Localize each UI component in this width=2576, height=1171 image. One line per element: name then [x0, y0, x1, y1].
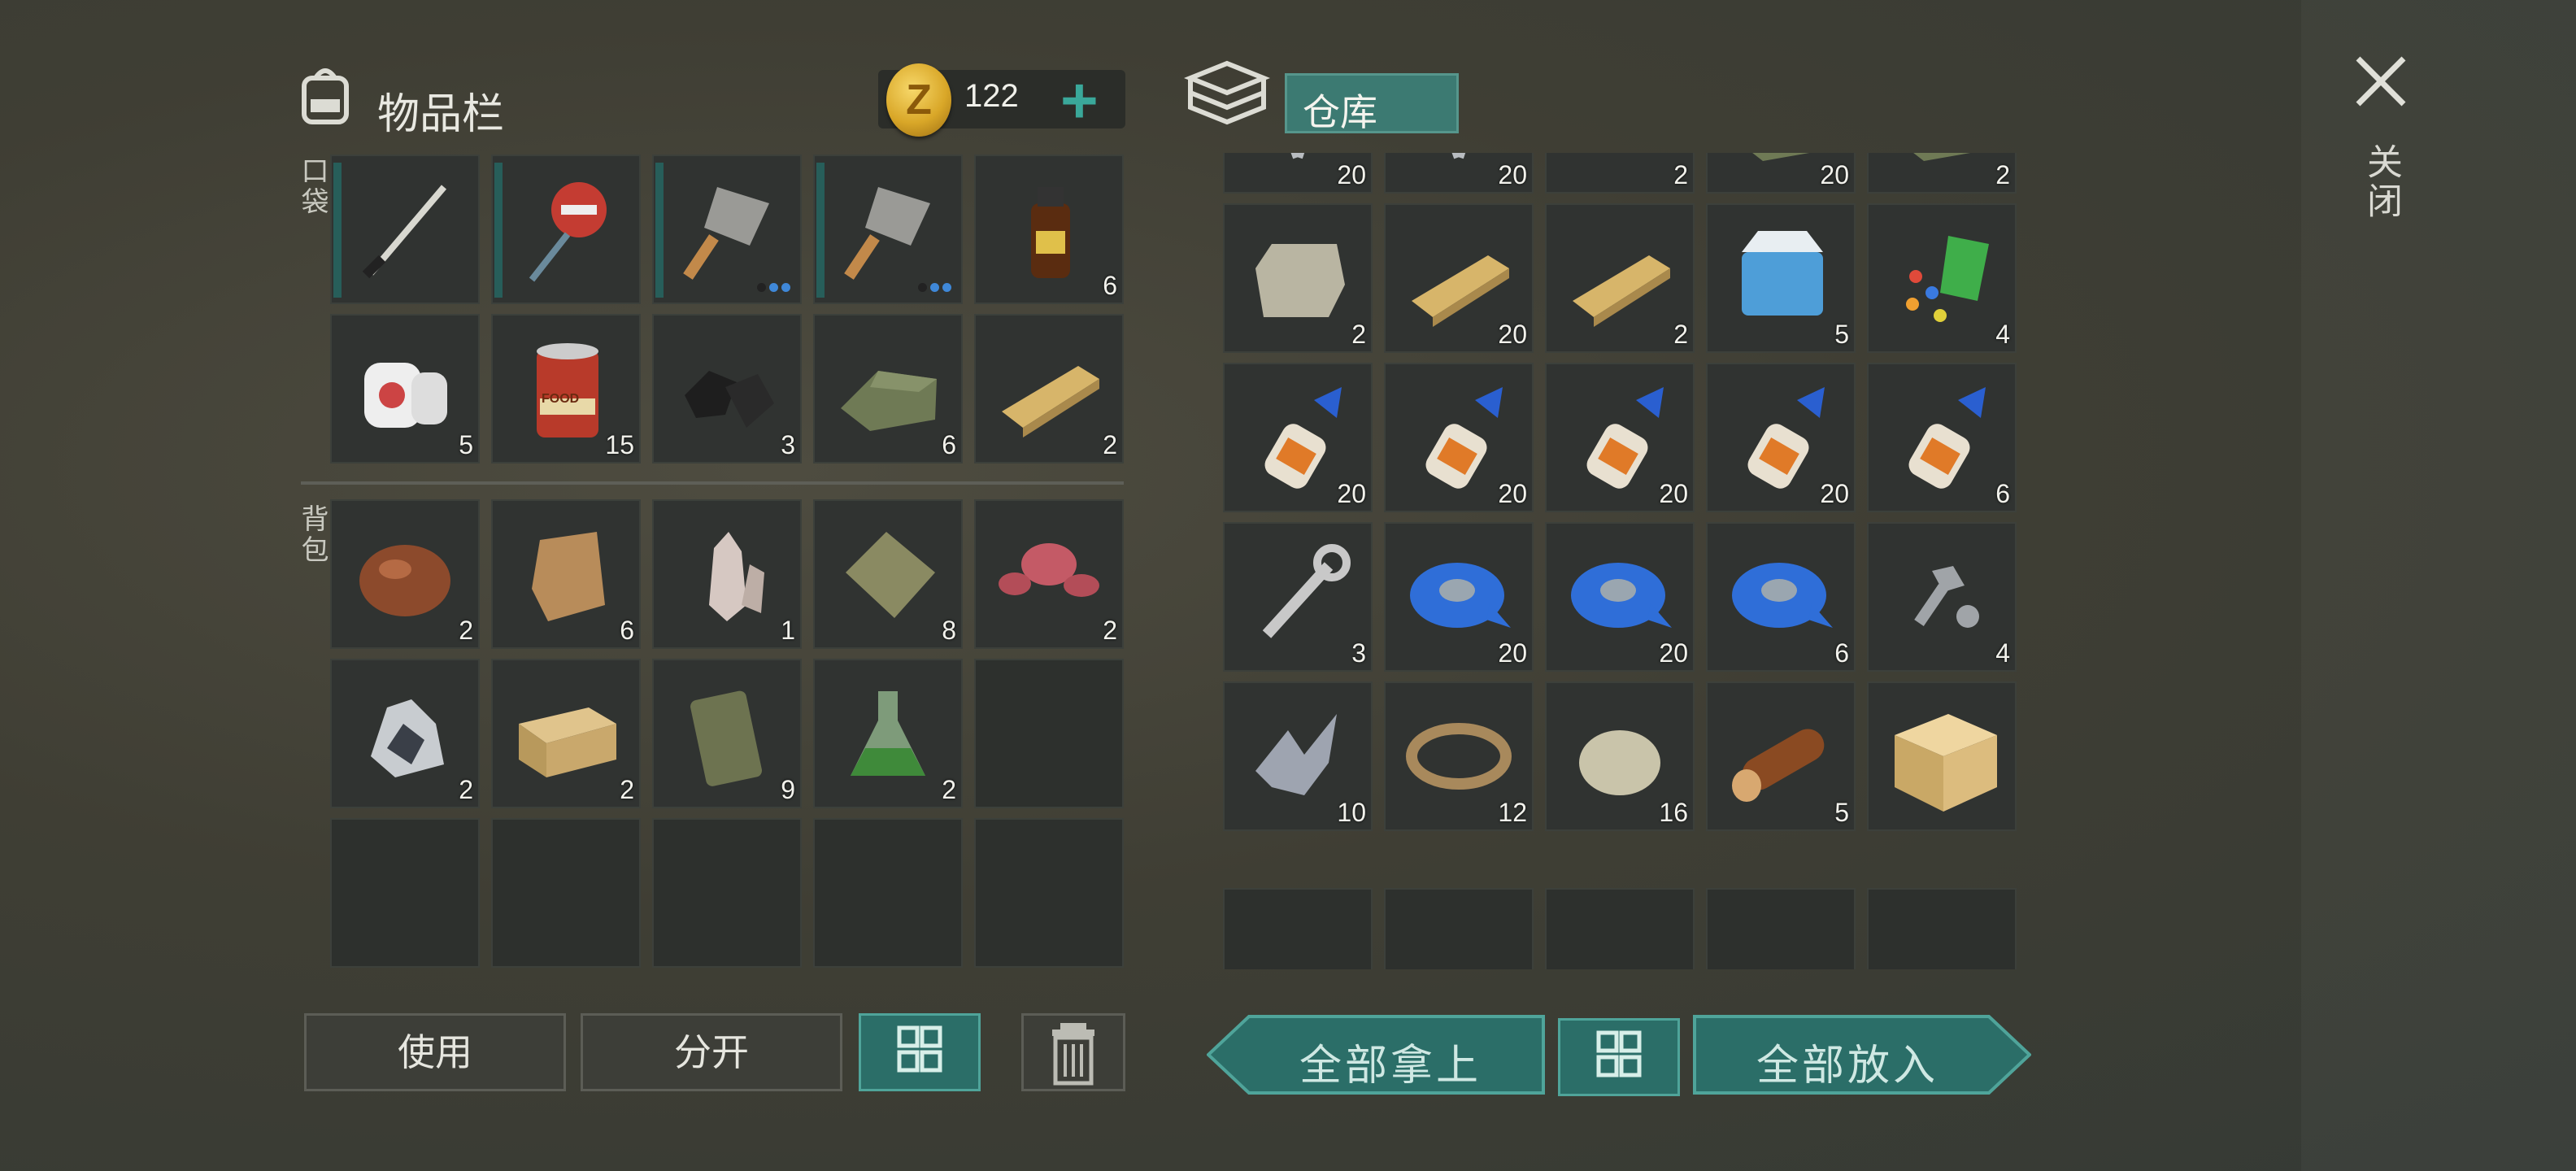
item-count: 3 [1351, 638, 1366, 668]
item-count: 20 [1820, 160, 1849, 189]
iron-bar-icon [1561, 153, 1678, 177]
inventory-title: 物品栏 [377, 91, 505, 138]
item-count: 2 [1673, 320, 1688, 349]
storage-slot[interactable]: 2 [1545, 153, 1695, 194]
glue-icon [1908, 387, 1986, 489]
use-button[interactable]: 使用 [304, 1013, 566, 1091]
add-coins-button[interactable]: + [1060, 68, 1099, 133]
storage-slot[interactable]: 10 [1223, 681, 1373, 831]
storage-slot[interactable]: 6 [1706, 522, 1856, 672]
storage-slot[interactable] [1867, 888, 2017, 969]
coin-icon: Z [886, 63, 951, 137]
storage-slot[interactable]: 20 [1545, 363, 1695, 512]
item-count: 2 [1673, 160, 1688, 189]
item-count: 2 [1995, 160, 2010, 189]
item-count: 20 [1337, 479, 1366, 508]
bolt-icon [1914, 566, 1979, 628]
item-count: 20 [1820, 479, 1849, 508]
trash-button[interactable] [1021, 1013, 1125, 1091]
stone-block-icon [1255, 244, 1345, 317]
sort-inventory-button[interactable] [859, 1013, 981, 1091]
cooler-icon [1742, 231, 1823, 316]
storage-slot[interactable]: 5 [1706, 203, 1856, 353]
storage-slot[interactable]: 2 [1545, 203, 1695, 353]
item-count: 16 [1659, 798, 1688, 827]
storage-slot[interactable]: 20 [1706, 153, 1856, 194]
backpack-icon [293, 62, 358, 127]
split-button[interactable]: 分开 [581, 1013, 842, 1091]
plank-icon [1573, 255, 1670, 327]
item-count: 20 [1659, 638, 1688, 668]
storage-slot[interactable]: 20 [1384, 153, 1534, 194]
storage-slot[interactable]: 20 [1384, 522, 1534, 672]
grid-icon [1596, 1030, 1642, 1077]
box-icon [1895, 714, 1997, 812]
cloth-icon [1913, 153, 1971, 161]
storage-slot[interactable]: 2 [1867, 153, 2017, 194]
storage-slot[interactable] [1706, 888, 1856, 969]
item-count: 6 [1834, 638, 1849, 668]
wrench-icon [1262, 544, 1351, 638]
tape-icon [1732, 563, 1833, 628]
storage-slot[interactable]: 20 [1223, 153, 1373, 194]
storage-slot[interactable]: 3 [1223, 522, 1373, 672]
storage-slot[interactable] [1384, 888, 1534, 969]
item-count: 20 [1498, 160, 1527, 189]
storage-slot[interactable]: 4 [1867, 203, 2017, 353]
item-count: 20 [1498, 638, 1527, 668]
storage-title-tab: 仓库 [1285, 73, 1459, 133]
storage-slot[interactable]: 2 [1223, 203, 1373, 353]
put-all-button[interactable]: 全部放入 [1693, 1015, 2031, 1095]
storage-grid: 20 20 2 20 2 2 20 2 5 4 20 20 20 20 6 3 20 20 6 4 10 12 16 5 [0, 153, 2576, 969]
item-count: 12 [1498, 798, 1527, 827]
storage-slot[interactable]: 4 [1867, 522, 2017, 672]
storage-icon [1183, 57, 1271, 135]
storage-slot[interactable]: 20 [1545, 522, 1695, 672]
storage-slot[interactable]: 5 [1706, 681, 1856, 831]
storage-slot[interactable] [1223, 888, 1373, 969]
storage-slot[interactable]: 20 [1384, 363, 1534, 512]
item-count: 20 [1659, 479, 1688, 508]
item-count: 20 [1337, 160, 1366, 189]
close-icon [2356, 56, 2406, 107]
item-count: 5 [1834, 320, 1849, 349]
grid-icon [897, 1025, 942, 1073]
item-count: 4 [1995, 320, 2010, 349]
storage-slot[interactable]: 16 [1545, 681, 1695, 831]
item-count: 4 [1995, 638, 2010, 668]
sort-storage-button[interactable] [1558, 1018, 1680, 1096]
item-count: 2 [1351, 320, 1366, 349]
item-count: 6 [1995, 479, 2010, 508]
storage-slot[interactable] [1545, 888, 1695, 969]
storage-slot[interactable] [1867, 681, 2017, 831]
log-icon [1732, 729, 1825, 802]
item-count: 20 [1498, 479, 1527, 508]
storage-slot[interactable]: 6 [1867, 363, 2017, 512]
item-count: 5 [1834, 798, 1849, 827]
item-count: 20 [1498, 320, 1527, 349]
storage-slot[interactable]: 20 [1384, 203, 1534, 353]
storage-slot[interactable]: 20 [1706, 363, 1856, 512]
close-label[interactable]: 关闭 [2355, 143, 2407, 221]
close-button[interactable] [2348, 49, 2413, 114]
item-count: 10 [1337, 798, 1366, 827]
storage-slot[interactable]: 20 [1223, 363, 1373, 512]
trash-icon [1052, 1023, 1094, 1086]
take-all-button[interactable]: 全部拿上 [1207, 1015, 1545, 1095]
storage-slot[interactable]: 12 [1384, 681, 1534, 831]
coin-count: 122 [964, 78, 1019, 114]
parts-icon [1906, 236, 1989, 322]
